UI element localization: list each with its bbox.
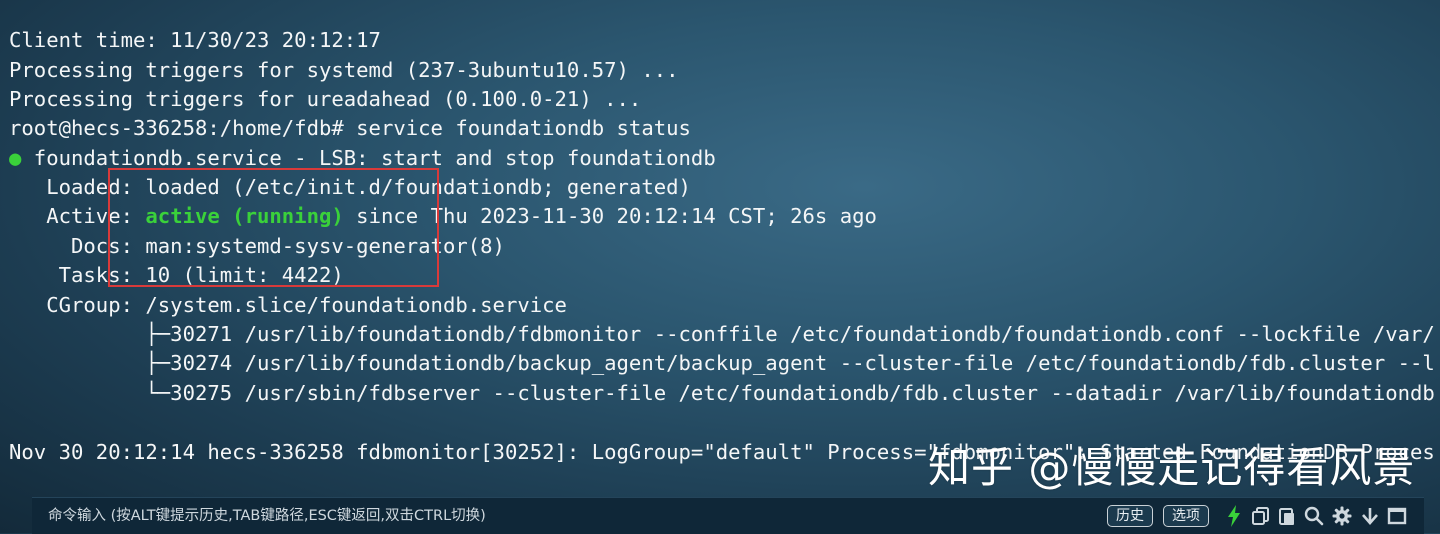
- command-bar: 命令输入 (按ALT键提示历史,TAB键路径,ESC键返回,双击CTRL切换) …: [32, 497, 1424, 534]
- terminal-line-process: └─30275 /usr/sbin/fdbserver --cluster-fi…: [9, 381, 1435, 405]
- search-icon[interactable]: [1303, 504, 1325, 528]
- highlight-box: [108, 168, 439, 287]
- download-icon[interactable]: [1359, 504, 1381, 528]
- terminal-line-cgroup: CGroup: /system.slice/foundationdb.servi…: [9, 293, 567, 317]
- history-button[interactable]: 历史: [1107, 505, 1153, 527]
- service-header-text: foundationdb.service - LSB: start and st…: [21, 146, 716, 170]
- terminal-line: Processing triggers for ureadahead (0.10…: [9, 87, 642, 111]
- watermark: 知乎 @慢慢走记得看风景: [928, 443, 1416, 492]
- lightning-icon[interactable]: [1223, 504, 1245, 528]
- gear-icon[interactable]: [1331, 504, 1353, 528]
- terminal-line: Client time: 11/30/23 20:12:17: [9, 28, 381, 52]
- command-input[interactable]: 命令输入 (按ALT键提示历史,TAB键路径,ESC键返回,双击CTRL切换): [48, 498, 486, 534]
- copy-icon[interactable]: [1250, 504, 1272, 528]
- terminal-line-process: ├─30274 /usr/lib/foundationdb/backup_age…: [9, 351, 1435, 375]
- paste-icon[interactable]: [1276, 504, 1298, 528]
- status-dot-icon: ●: [9, 146, 22, 170]
- options-button[interactable]: 选项: [1163, 505, 1209, 527]
- terminal-output[interactable]: Client time: 11/30/23 20:12:17 Processin…: [0, 0, 1440, 490]
- maximize-icon[interactable]: [1386, 504, 1408, 528]
- terminal-line: Processing triggers for systemd (237-3ub…: [9, 58, 679, 82]
- terminal-line-process: ├─30271 /usr/lib/foundationdb/fdbmonitor…: [9, 322, 1435, 346]
- terminal-command-line: root@hecs-336258:/home/fdb# service foun…: [9, 116, 691, 140]
